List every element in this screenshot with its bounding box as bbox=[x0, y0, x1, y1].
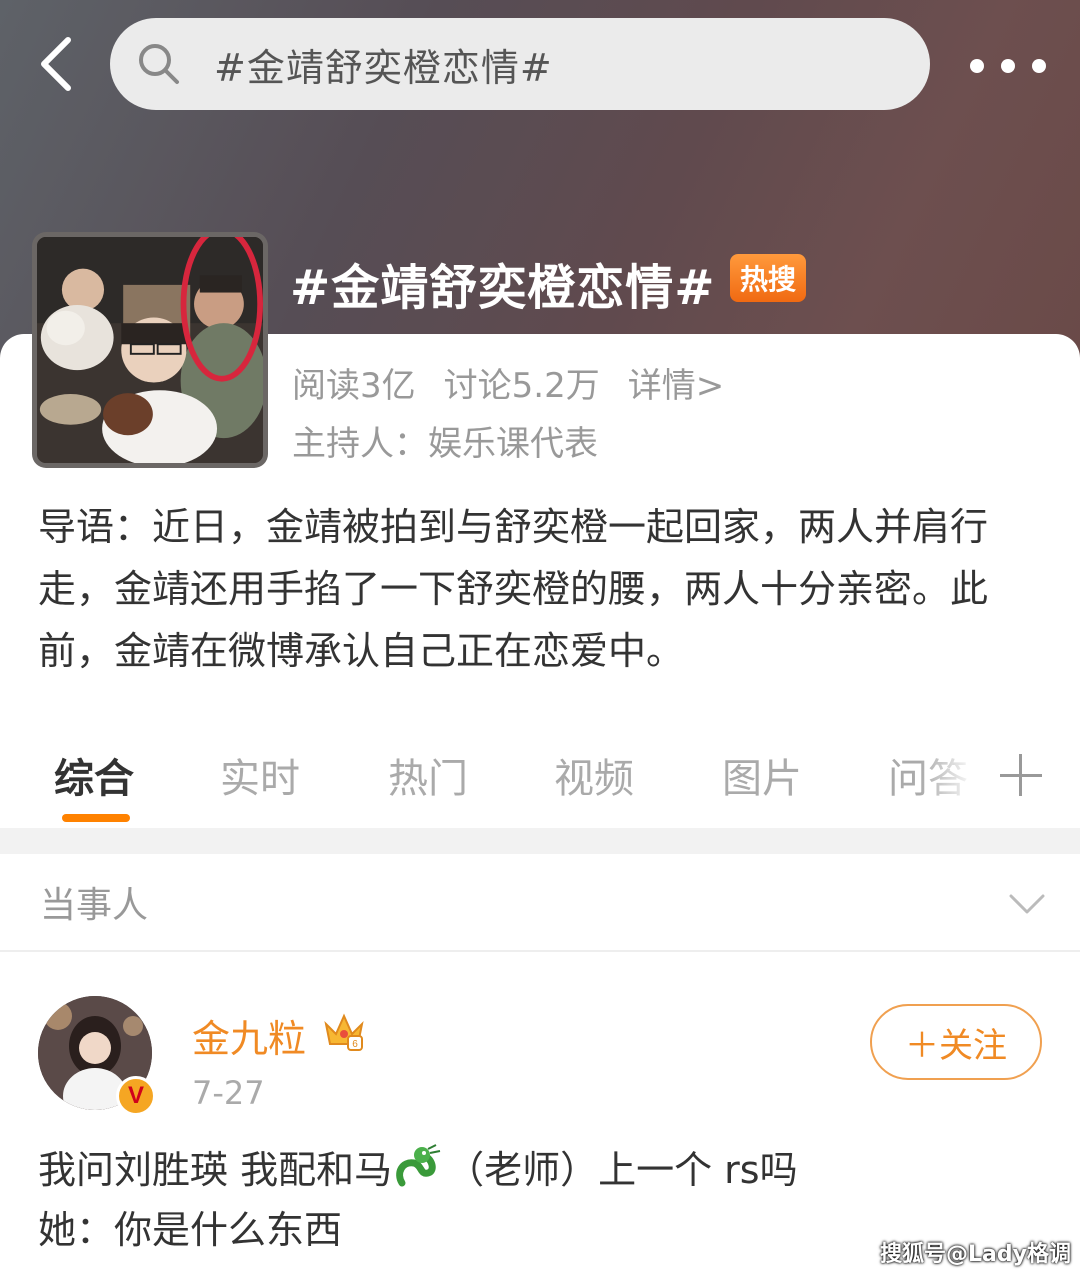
follow-button[interactable]: ＋关注 bbox=[870, 1004, 1042, 1080]
section-header[interactable]: 当事人 bbox=[0, 854, 1080, 952]
more-dot bbox=[1001, 59, 1015, 73]
crown-icon[interactable]: 6 bbox=[322, 1010, 366, 1052]
tab-comprehensive[interactable]: 综合 bbox=[54, 746, 134, 804]
hot-search-badge: 热搜 bbox=[730, 254, 806, 302]
chevron-down-icon[interactable] bbox=[1008, 888, 1046, 918]
tab-realtime[interactable]: 实时 bbox=[220, 746, 300, 804]
more-dot bbox=[1032, 59, 1046, 73]
tab-hot[interactable]: 热门 bbox=[388, 746, 468, 804]
svg-text:6: 6 bbox=[352, 1039, 358, 1050]
post-text-part: （老师）上一个 rs吗 bbox=[446, 1148, 798, 1192]
post-text-part: 我问刘胜瑛 我配和马 bbox=[38, 1148, 393, 1192]
section-gap bbox=[0, 828, 1080, 854]
read-count: 阅读3亿 bbox=[292, 366, 416, 406]
search-icon bbox=[136, 41, 182, 87]
topic-intro: 导语：近日，金靖被拍到与舒奕橙一起回家，两人并肩行走，金靖还用手掐了一下舒奕橙的… bbox=[38, 505, 989, 673]
search-query: #金靖舒奕橙恋情# bbox=[214, 45, 553, 90]
more-dot bbox=[970, 59, 984, 73]
search-bar[interactable]: #金靖舒奕橙恋情# bbox=[110, 18, 930, 110]
dragon-emoji-icon bbox=[392, 1143, 446, 1193]
section-title: 当事人 bbox=[40, 885, 149, 926]
tab-video[interactable]: 视频 bbox=[554, 746, 634, 804]
details-link[interactable]: 详情> bbox=[628, 358, 725, 407]
plus-icon[interactable] bbox=[1000, 754, 1042, 796]
back-arrow-icon[interactable] bbox=[36, 34, 76, 94]
verified-badge: V bbox=[116, 1076, 156, 1116]
post-date: 7-27 bbox=[192, 1074, 265, 1112]
topic-host[interactable]: 主持人：娱乐课代表 bbox=[292, 416, 598, 465]
topic-title: #金靖舒奕橙恋情# bbox=[290, 260, 716, 316]
tab-images[interactable]: 图片 bbox=[722, 746, 802, 804]
topic-cover-image[interactable] bbox=[32, 232, 268, 468]
post-line-1: 我问刘胜瑛 我配和马 （老师）上一个 rs吗 bbox=[38, 1140, 1038, 1200]
active-tab-indicator bbox=[62, 814, 130, 822]
tab-bar: 综合 实时 热门 视频 图片 问答 bbox=[0, 710, 1080, 828]
topic-stats: 阅读3亿 讨论5.2万 详情> bbox=[292, 358, 724, 407]
watermark: 搜狐号@Lady格调 bbox=[880, 1242, 1071, 1267]
tab-overflow-fade bbox=[920, 730, 990, 810]
more-icon[interactable] bbox=[970, 48, 1046, 84]
post-username[interactable]: 金九粒 bbox=[192, 1008, 306, 1063]
discussion-count: 讨论5.2万 bbox=[443, 366, 600, 406]
